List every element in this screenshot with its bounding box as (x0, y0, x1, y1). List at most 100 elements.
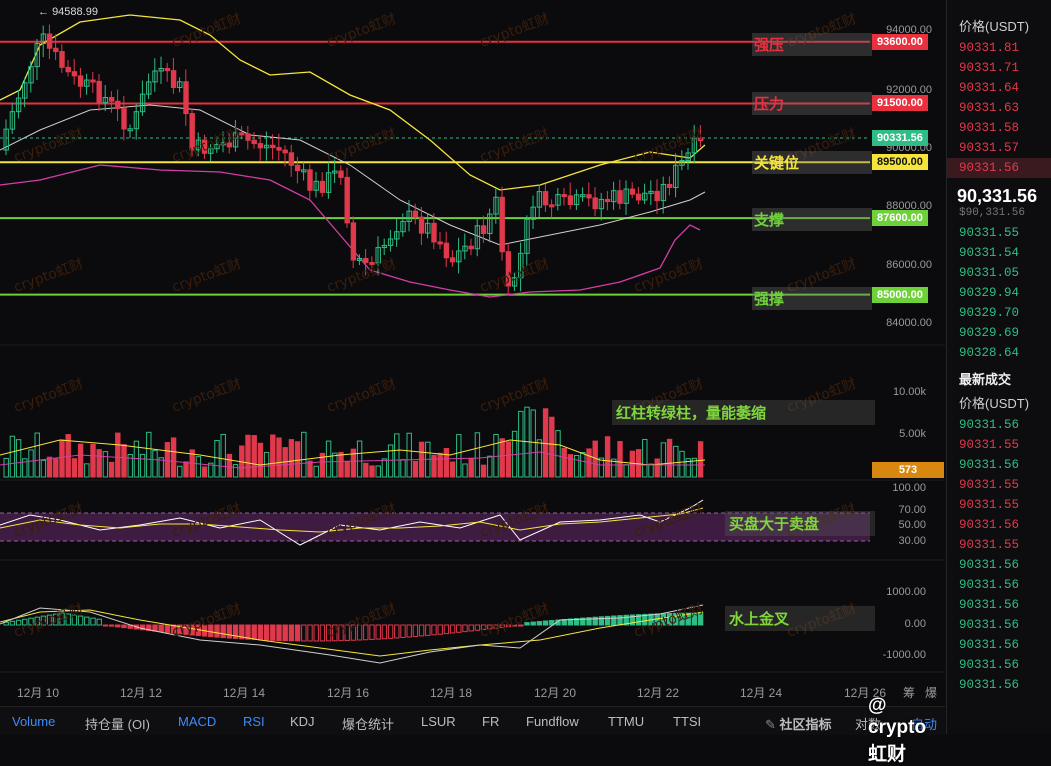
tab-open-interest[interactable]: 持仓量 (OI) (85, 714, 150, 733)
candle-body (65, 66, 71, 73)
macd-bar (604, 615, 611, 626)
volume-bar (251, 435, 257, 478)
tab-ttsi[interactable]: TTSI (673, 714, 701, 729)
volume-bar (59, 439, 65, 478)
trade-list: 90331.56 90331.55 90331.56 90331.55 90331.55… (947, 415, 1051, 695)
volume-bar (325, 440, 332, 478)
volume-bar (381, 458, 388, 478)
tab-macd[interactable]: MACD (178, 714, 216, 729)
candle-body (586, 194, 592, 199)
trade-row[interactable]: 90331.56 (947, 455, 1051, 475)
macd-bar (301, 624, 307, 642)
orderbook-price-header: 价格(USDT) (959, 19, 1030, 34)
tab-fr[interactable]: FR (482, 714, 499, 729)
edit-icon: ✎ (765, 717, 776, 732)
volume-note: 红柱转绿柱，量能萎缩 (612, 400, 875, 425)
tab-fundflow[interactable]: Fundflow (526, 714, 579, 729)
volume-bar (499, 438, 505, 478)
trade-row[interactable]: 90331.56 (947, 415, 1051, 435)
ask-row[interactable]: 90331.57 (947, 138, 1051, 158)
volume-bar (400, 459, 406, 478)
volume-bar (369, 465, 375, 478)
tab-lsur[interactable]: LSUR (421, 714, 456, 729)
date-tick: 12月 12 (120, 686, 163, 700)
candle-body (183, 81, 189, 115)
candle-body (412, 210, 419, 218)
bid-row[interactable]: 90329.94 (947, 283, 1051, 303)
candle-body (437, 241, 443, 245)
macd-tick: 1000.00 (886, 586, 926, 598)
community-indicators-button[interactable]: ✎ 社区指标 (765, 714, 832, 733)
volume-bar (356, 440, 363, 478)
bid-row[interactable]: 90331.55 (947, 223, 1051, 243)
trade-row[interactable]: 90331.56 (947, 595, 1051, 615)
candle-body (164, 68, 171, 72)
ask-row[interactable]: 90331.58 (947, 118, 1051, 138)
macd-bar (294, 624, 301, 642)
volume-bar (183, 461, 189, 478)
trade-row[interactable]: 90331.55 (947, 435, 1051, 455)
volume-bar (375, 465, 381, 478)
macd-bar (468, 624, 474, 632)
trade-row[interactable]: 90331.56 (947, 555, 1051, 575)
ask-row[interactable]: 90331.64 (947, 78, 1051, 98)
macd-bar (542, 620, 549, 626)
volume-bar (84, 463, 90, 478)
volume-bar (462, 463, 468, 478)
volume-bar (90, 443, 96, 478)
tab-liquidation-stats[interactable]: 爆仓统计 (342, 714, 394, 733)
volume-bar (307, 460, 313, 478)
bid-row[interactable]: 90328.64 (947, 343, 1051, 363)
macd-bar (115, 624, 121, 628)
bid-row[interactable]: 90331.05 (947, 263, 1051, 283)
tab-rsi[interactable]: RSI (243, 714, 265, 729)
trade-row[interactable]: 90331.56 (947, 675, 1051, 695)
candle-body (319, 180, 326, 193)
bid-row[interactable]: 90329.69 (947, 323, 1051, 343)
macd-bar (96, 618, 102, 626)
level-label-support: 支撑 (752, 208, 872, 231)
trade-row[interactable]: 90331.56 (947, 655, 1051, 675)
volume-bar (332, 452, 338, 478)
trade-row[interactable]: 90331.55 (947, 495, 1051, 515)
candle-body (431, 222, 437, 243)
volume-bar (623, 464, 629, 478)
bid-row[interactable]: 90329.70 (947, 303, 1051, 323)
macd-note: 水上金叉 (725, 606, 875, 631)
bid-row[interactable]: 90331.54 (947, 243, 1051, 263)
chart-area[interactable]: crypto虹财 crypto虹财 crypto虹财 crypto虹财 crypto虹财… (0, 0, 945, 706)
candle-body (245, 133, 251, 141)
candle-body (418, 216, 425, 234)
volume-bar (493, 433, 499, 478)
ask-row[interactable]: 90331.81 (947, 38, 1051, 58)
volume-bar (518, 410, 524, 478)
date-tick: 12月 22 (637, 686, 680, 700)
trade-row[interactable]: 90331.56 (947, 615, 1051, 635)
volume-bar (598, 457, 605, 478)
level-label-strong-support: 强撑 (752, 287, 872, 310)
ask-row[interactable]: 90331.56 (947, 158, 1051, 178)
volume-bar (28, 449, 34, 478)
macd-bar (412, 624, 419, 637)
ask-row[interactable]: 90331.71 (947, 58, 1051, 78)
volume-bar (77, 443, 84, 478)
volume-bar (53, 458, 59, 478)
trade-row[interactable]: 90331.56 (947, 515, 1051, 535)
macd-bar (220, 624, 226, 639)
trade-row[interactable]: 90331.56 (947, 575, 1051, 595)
volume-bar (46, 456, 53, 478)
volume-bar (437, 452, 443, 478)
ask-row[interactable]: 90331.63 (947, 98, 1051, 118)
candle-body (666, 183, 673, 188)
tab-volume[interactable]: Volume (12, 714, 55, 729)
tab-ttmu[interactable]: TTMU (608, 714, 644, 729)
volume-bar (121, 444, 127, 478)
tab-kdj[interactable]: KDJ (290, 714, 315, 729)
volume-bar (660, 442, 667, 478)
trade-row[interactable]: 90331.55 (947, 535, 1051, 555)
trade-row[interactable]: 90331.55 (947, 475, 1051, 495)
orderbook-panel: 价格(USDT) 90331.81 90331.71 90331.64 90331.6… (946, 0, 1051, 734)
volume-bar (146, 431, 152, 478)
trade-row[interactable]: 90331.56 (947, 635, 1051, 655)
volume-bar (406, 432, 412, 478)
